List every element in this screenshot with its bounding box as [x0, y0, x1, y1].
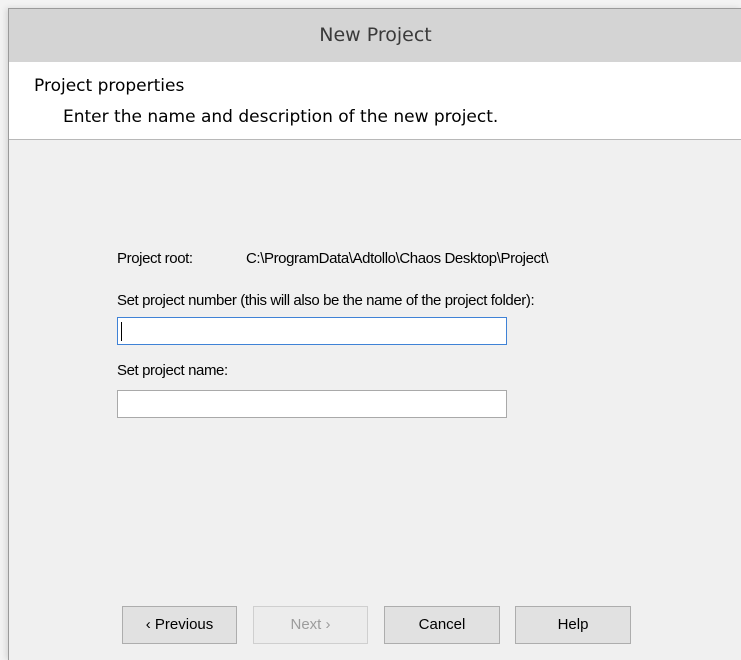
page-title: Project properties	[34, 76, 185, 96]
project-root-value: C:\ProgramData\Adtollo\Chaos Desktop\Pro…	[246, 250, 549, 267]
previous-button[interactable]: ‹ Previous	[122, 606, 237, 644]
help-button[interactable]: Help	[515, 606, 631, 644]
project-name-label: Set project name:	[117, 362, 228, 379]
project-number-input[interactable]	[117, 317, 507, 345]
project-name-input[interactable]	[117, 390, 507, 418]
wizard-header: Project properties Enter the name and de…	[9, 62, 741, 140]
page-subtitle: Enter the name and description of the ne…	[63, 107, 499, 127]
dialog-title: New Project	[9, 9, 741, 62]
next-button[interactable]: Next ›	[253, 606, 368, 644]
project-number-label: Set project number (this will also be th…	[117, 292, 535, 309]
cancel-button[interactable]: Cancel	[384, 606, 500, 644]
project-root-label: Project root:	[117, 250, 193, 267]
text-caret	[121, 322, 122, 341]
new-project-dialog: New Project Project properties Enter the…	[8, 8, 741, 660]
